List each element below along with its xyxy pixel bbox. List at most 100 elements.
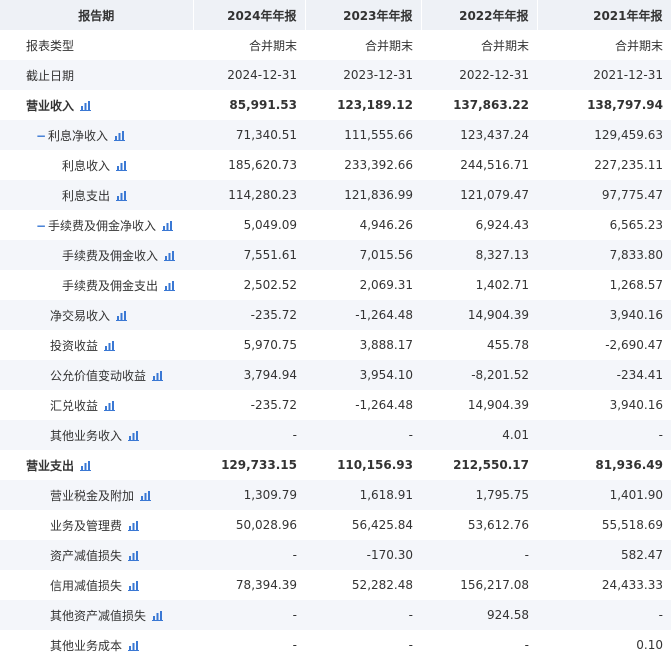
value-cell: - [193,540,305,570]
value-cell: 111,555.66 [305,120,421,150]
value-cell: 121,836.99 [305,180,421,210]
value-cell: - [305,600,421,630]
value-cell: 137,863.22 [453,98,529,112]
row-label-cell: 业务及管理费 [0,510,193,540]
value-cell: - [305,420,421,450]
bar-chart-icon[interactable] [114,130,126,141]
year-header[interactable]: 2022年年报 [421,0,538,30]
table-row: 报表类型 合并期末 合并期末 合并期末 合并期末 [0,30,671,60]
value-cell: 5,970.75 [243,338,297,352]
value-cell: - [524,638,529,652]
value-cell: 1,268.57 [609,278,663,292]
collapse-toggle-icon[interactable]: − [36,129,48,143]
table-row: 营业税金及附加 1,309.79 1,618.91 1,795.75 1,401.90 [0,480,671,510]
bar-chart-icon[interactable] [128,430,140,441]
year-header[interactable]: 2024年年报 [193,0,306,30]
value-cell: - [292,638,297,652]
table-row: 利息收入 185,620.73 233,392.66 244,516.71 227,23… [0,150,671,180]
bar-chart-icon[interactable] [162,220,174,231]
value-cell: - [537,600,671,630]
table-row: 其他业务收入 - -4.01- [0,420,671,450]
bar-chart-icon[interactable] [116,310,128,321]
bar-chart-icon[interactable] [116,190,128,201]
row-label: 其他业务成本 [50,638,123,653]
bar-chart-icon[interactable] [164,280,176,291]
row-label-cell: 净交易收入 [0,300,193,330]
row-label: 营业税金及附加 [50,488,135,503]
value-cell: 14,904.39 [421,300,537,330]
value-cell: 123,437.24 [421,120,537,150]
bar-chart-icon[interactable] [128,580,140,591]
bar-chart-icon[interactable] [104,400,116,411]
value-cell: 4,946.26 [359,218,413,232]
year-header[interactable]: 2021年年报 [537,0,671,30]
value-cell: - [537,420,671,450]
row-label-cell: 营业支出 [0,450,193,480]
financial-table: 报告期 2024年年报 2023年年报 2022年年报 2021年年报 报表类型… [0,0,671,660]
value-cell: 5,049.09 [243,218,297,232]
table-row: 投资收益 5,970.75 3,888.17 455.78 -2,690.47 [0,330,671,360]
bar-chart-icon[interactable] [164,250,176,261]
row-label: 手续费及佣金支出 [62,278,159,293]
value-cell: 合并期末 [364,38,413,53]
bar-chart-icon[interactable] [128,640,140,651]
value-cell: 53,612.76 [467,518,529,532]
row-label: 信用减值损失 [50,578,123,593]
year-header[interactable]: 2023年年报 [305,0,422,30]
row-label: 报表类型 [26,38,75,53]
value-cell: 2024-12-31 [193,60,305,90]
value-cell: 6,565.23 [609,218,663,232]
value-cell: 7,551.61 [193,240,305,270]
bar-chart-icon[interactable] [104,340,116,351]
table-row: 业务及管理费 50,028.96 56,425.84 53,612.76 55,518.… [0,510,671,540]
value-cell: 合并期末 [248,38,297,53]
bar-chart-icon[interactable] [116,160,128,171]
bar-chart-icon[interactable] [152,370,164,381]
value-cell: 1,402.71 [475,278,529,292]
value-cell: 56,425.84 [351,518,413,532]
bar-chart-icon[interactable] [80,460,92,471]
value-cell: 7,015.56 [305,240,421,270]
bar-chart-icon[interactable] [80,100,92,111]
value-cell: 138,797.94 [587,98,663,112]
row-label: 净交易收入 [50,308,111,323]
bar-chart-icon[interactable] [128,520,140,531]
value-cell: 0.10 [636,638,663,652]
table-row: 手续费及佣金支出 2,502.52 2,069.31 1,402.71 1,268.57 [0,270,671,300]
period-header: 报告期 [0,0,194,30]
value-cell: 14,904.39 [467,398,529,412]
value-cell: 212,550.17 [453,458,529,472]
row-label-cell: 截止日期 [0,60,193,90]
value-cell: 8,327.13 [421,240,537,270]
table-row: 利息支出 114,280.23 121,836.99 121,079.47 97,775… [0,180,671,210]
value-cell: 6,924.43 [475,218,529,232]
table-row: 净交易收入 -235.72 -1,264.48 14,904.39 3,940.16 [0,300,671,330]
row-label: 利息收入 [62,158,111,173]
row-label: 其他业务收入 [50,428,123,443]
value-cell: 2022-12-31 [421,60,537,90]
value-cell: -235.72 [193,300,305,330]
table-header-row: 报告期 2024年年报 2023年年报 2022年年报 2021年年报 [0,0,671,30]
row-label-cell: 营业收入 [0,90,193,120]
row-label-cell: − 利息净收入 [0,120,193,150]
value-cell: 3,888.17 [359,338,413,352]
bar-chart-icon[interactable] [152,610,164,621]
value-cell: 2,069.31 [359,278,413,292]
bar-chart-icon[interactable] [140,490,152,501]
bar-chart-icon[interactable] [128,550,140,561]
row-label-cell: 利息收入 [0,150,193,180]
table-row: 其他资产减值损失 - -924.58- [0,600,671,630]
row-label: 营业支出 [26,458,75,473]
row-label-cell: 投资收益 [0,330,193,360]
table-row: 信用减值损失 78,394.39 52,282.48 156,217.08 24,433… [0,570,671,600]
value-cell: 455.78 [487,338,529,352]
value-cell: 3,940.16 [609,398,663,412]
value-cell: 123,189.12 [337,98,413,112]
row-label: 资产减值损失 [50,548,123,563]
value-cell: 97,775.47 [537,180,671,210]
value-cell: 156,217.08 [460,578,529,592]
row-label: 手续费及佣金收入 [62,248,159,263]
row-label: 其他资产减值损失 [50,608,147,623]
row-label-cell: 营业税金及附加 [0,480,193,510]
collapse-toggle-icon[interactable]: − [36,219,48,233]
